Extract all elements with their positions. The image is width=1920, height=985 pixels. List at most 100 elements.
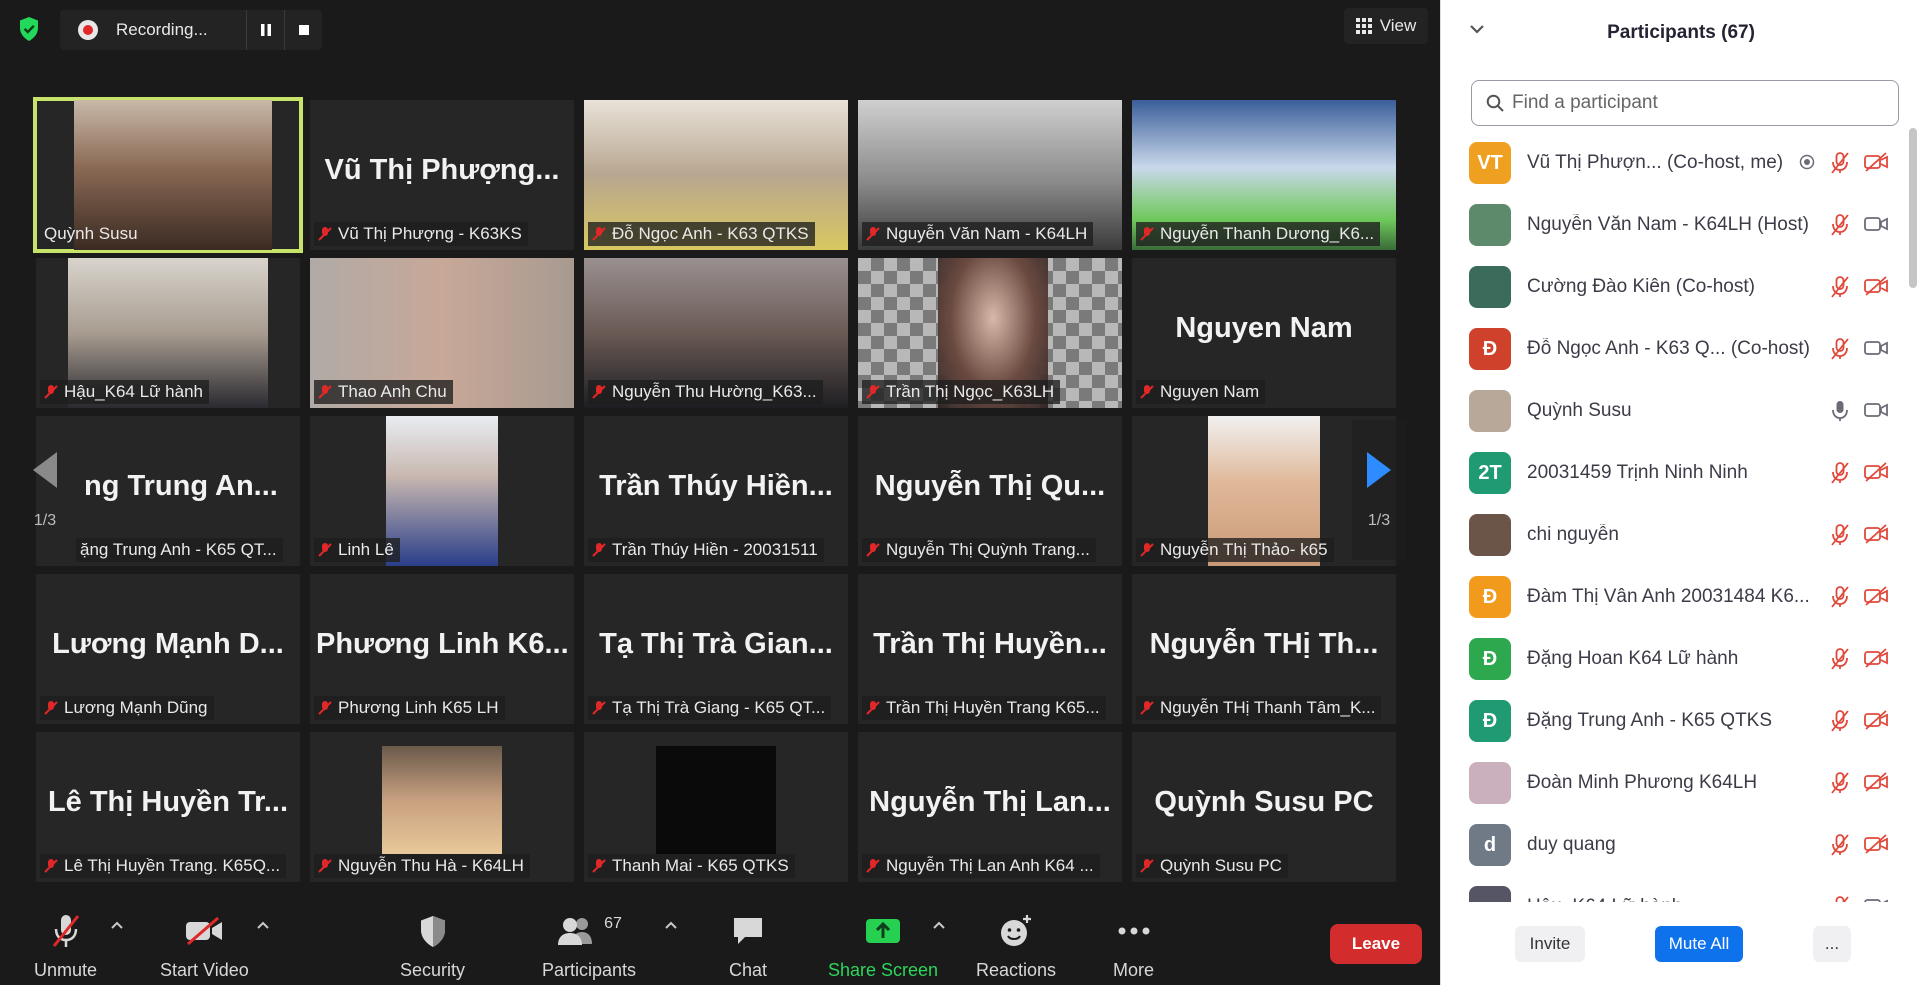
zoom-window: Recording... View Quỳnh Susu Vũ Thị Phượ… (0, 0, 1920, 985)
chat-label: Chat (729, 960, 768, 980)
tile-caption: Nguyễn THị Thanh Tâm_K... (1136, 696, 1382, 720)
chevron-up-icon (933, 921, 945, 929)
video-tile[interactable]: Nguyễn Văn Nam - K64LH (858, 100, 1122, 250)
participant-name: Đặng Hoan K64 Lữ hành (1527, 648, 1739, 669)
reactions-button[interactable]: Reactions (976, 912, 1056, 981)
participant-search[interactable] (1471, 80, 1899, 126)
audio-options-caret[interactable] (110, 920, 124, 930)
search-input[interactable] (1512, 92, 1872, 114)
mic-muted-icon (592, 701, 606, 715)
participant-row[interactable]: chi nguyễn (1441, 504, 1901, 566)
video-tile[interactable]: Linh Lê (310, 416, 574, 566)
video-tile[interactable]: Nguyễn Thị Lan... Nguyễn Thị Lan Anh K64… (858, 732, 1122, 882)
avatar: Đ (1469, 638, 1511, 680)
video-tile[interactable]: Lương Mạnh D... Lương Mạnh Dũng (36, 574, 300, 724)
video-tile[interactable]: Lê Thị Huyền Tr... Lê Thị Huyền Trang. K… (36, 732, 300, 882)
stop-recording-button[interactable] (284, 10, 322, 50)
mic-muted-icon (1829, 647, 1851, 676)
view-button[interactable]: View (1344, 8, 1428, 44)
recording-indicator: Recording... (60, 10, 322, 50)
video-tile[interactable]: Nguyễn THị Th... Nguyễn THị Thanh Tâm_K.… (1132, 574, 1396, 724)
pause-recording-button[interactable] (246, 10, 284, 50)
avatar: Đ (1469, 328, 1511, 370)
share-options-caret[interactable] (932, 920, 946, 930)
previous-page-button[interactable]: 1/3 (18, 420, 72, 560)
participant-row[interactable]: Đ Đặng Hoan K64 Lữ hành (1441, 628, 1901, 690)
video-tile[interactable]: Nguyễn Thu Hường_K63... (584, 258, 848, 408)
encryption-shield-icon[interactable] (12, 12, 46, 46)
page-indicator: 1/3 (1367, 512, 1391, 529)
participants-button[interactable]: 67 Participants (542, 912, 636, 981)
video-tile[interactable]: Đỗ Ngọc Anh - K63 QTKS (584, 100, 848, 250)
participant-row[interactable]: 2T 20031459 Trịnh Ninh Ninh (1441, 442, 1901, 504)
participant-name: 20031459 Trịnh Ninh Ninh (1527, 462, 1748, 483)
participant-row[interactable]: Hậu_K64 Lữ hành (1441, 876, 1901, 902)
chat-button[interactable]: Chat (729, 912, 767, 981)
tile-caption: Lê Thị Huyền Trang. K65Q... (40, 854, 287, 878)
chat-icon (734, 918, 763, 944)
mic-muted-icon (318, 227, 332, 241)
participant-row[interactable]: Quỳnh Susu (1441, 380, 1901, 442)
unmute-button[interactable]: Unmute (34, 912, 97, 981)
video-tile[interactable]: ng Trung An... ặng Trung Anh - K65 QT... (36, 416, 300, 566)
mic-muted-icon (1140, 385, 1154, 399)
participant-name: Đỗ Ngọc Anh - K63 Q... (Co-host) (1527, 338, 1811, 359)
participant-row[interactable]: Đ Đàm Thị Vân Anh 20031484 K6... (1441, 566, 1901, 628)
mic-muted-icon (592, 859, 606, 873)
participant-row[interactable]: Cường Đào Kiên (Co-host) (1441, 256, 1901, 318)
panel-more-button[interactable]: ... (1813, 926, 1851, 962)
video-tile[interactable]: Quỳnh Susu PC Quỳnh Susu PC (1132, 732, 1396, 882)
meeting-area: Recording... View Quỳnh Susu Vũ Thị Phượ… (0, 0, 1440, 985)
video-tile[interactable]: Nguyễn Thu Hà - K64LH (310, 732, 574, 882)
camera-icon (1863, 213, 1889, 240)
tile-display-name: Nguyễn Thị Qu... (874, 470, 1106, 502)
video-tile[interactable]: Trần Thúy Hiền... Trần Thúy Hiền - 20031… (584, 416, 848, 566)
mic-muted-icon (1140, 701, 1154, 715)
more-button[interactable]: More (1113, 912, 1154, 981)
video-tile[interactable]: Quỳnh Susu (33, 97, 303, 253)
video-tile[interactable]: Hậu_K64 Lữ hành (36, 258, 300, 408)
security-button[interactable]: Security (400, 912, 465, 981)
tile-caption: Linh Lê (314, 538, 400, 562)
invite-button[interactable]: Invite (1515, 926, 1585, 962)
video-tile[interactable]: Nguyễn Thị Qu... Nguyễn Thị Quỳnh Trang.… (858, 416, 1122, 566)
share-screen-button[interactable]: Share Screen (828, 912, 938, 981)
participant-row[interactable]: Nguyễn Văn Nam - K64LH (Host) (1441, 194, 1901, 256)
video-options-caret[interactable] (256, 920, 270, 930)
mic-muted-icon (44, 701, 58, 715)
video-tile[interactable]: Vũ Thị Phượng... Vũ Thị Phượng - K63KS (310, 100, 574, 250)
tile-caption: Đỗ Ngọc Anh - K63 QTKS (588, 222, 815, 246)
participant-name: Hậu_K64 Lữ hành (1527, 896, 1682, 902)
participant-row[interactable]: VT Vũ Thị Phượn... (Co-host, me) (1441, 132, 1901, 194)
video-tile[interactable]: Phương Linh K6... Phương Linh K65 LH (310, 574, 574, 724)
video-tile[interactable]: Nguyễn Thanh Dương_K6... (1132, 100, 1396, 250)
tile-display-name: Tạ Thị Trà Gian... (599, 628, 833, 660)
participant-name: Cường Đào Kiên (Co-host) (1527, 276, 1755, 297)
search-icon (1486, 94, 1504, 112)
tile-display-name: Quỳnh Susu PC (1154, 786, 1374, 818)
tile-caption: Lương Mạnh Dũng (40, 696, 214, 720)
participant-row[interactable]: Đ Đỗ Ngọc Anh - K63 Q... (Co-host) (1441, 318, 1901, 380)
avatar: Đ (1469, 700, 1511, 742)
mute-all-button[interactable]: Mute All (1655, 926, 1743, 962)
participant-row[interactable]: Đ Đặng Trung Anh - K65 QTKS (1441, 690, 1901, 752)
participant-row[interactable]: d duy quang (1441, 814, 1901, 876)
participant-row[interactable]: Đoàn Minh Phương K64LH (1441, 752, 1901, 814)
participants-options-caret[interactable] (664, 920, 678, 930)
mic-muted-icon (1140, 543, 1154, 557)
leave-button[interactable]: Leave (1330, 924, 1422, 964)
participant-name: Đàm Thị Vân Anh 20031484 K6... (1527, 586, 1810, 607)
video-tile[interactable]: Thanh Mai - K65 QTKS (584, 732, 848, 882)
video-tile[interactable]: Nguyen Nam Nguyen Nam (1132, 258, 1396, 408)
next-page-button[interactable]: 1/3 (1352, 420, 1406, 560)
video-tile[interactable]: Thao Anh Chu (310, 258, 574, 408)
video-tile[interactable]: Trần Thị Huyền... Trần Thị Huyền Trang K… (858, 574, 1122, 724)
mic-muted-icon (1140, 227, 1154, 241)
tile-display-name: Trần Thị Huyền... (873, 628, 1107, 660)
video-tile[interactable]: Tạ Thị Trà Gian... Tạ Thị Trà Giang - K6… (584, 574, 848, 724)
panel-scrollbar[interactable] (1909, 128, 1917, 288)
participant-name: Quỳnh Susu (1527, 400, 1632, 421)
start-video-button[interactable]: Start Video (160, 912, 249, 981)
video-tile[interactable]: Trần Thị Ngọc_K63LH (858, 258, 1122, 408)
recording-dot-icon (78, 20, 98, 40)
